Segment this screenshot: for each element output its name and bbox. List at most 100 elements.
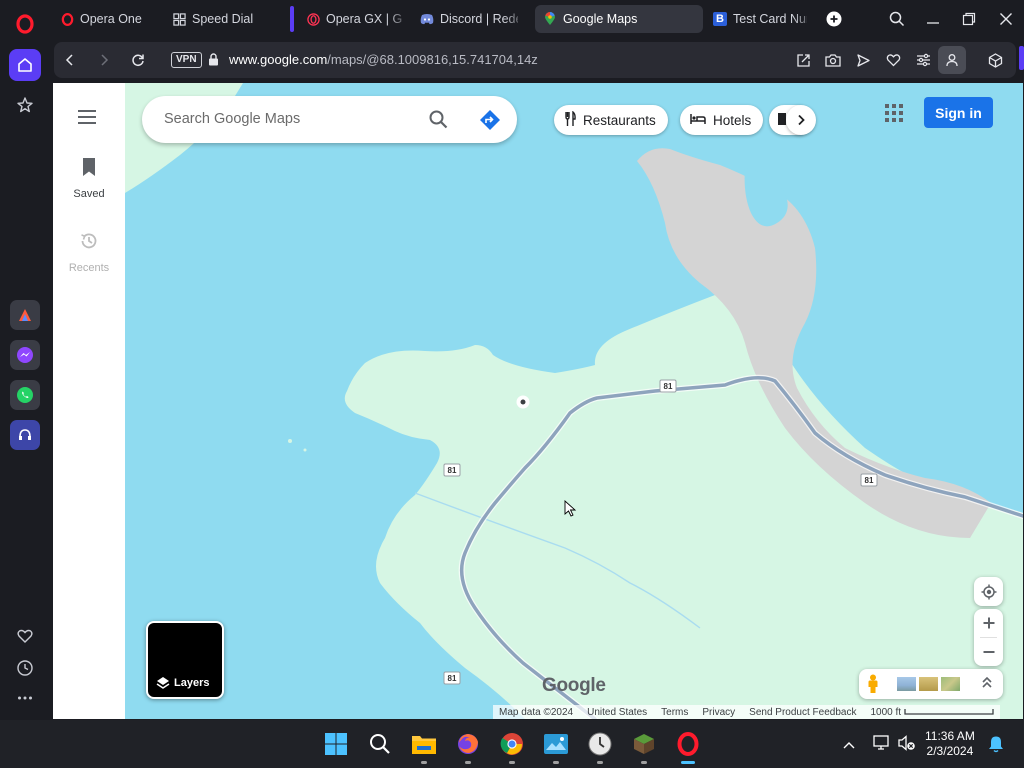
- profile-icon[interactable]: [938, 46, 966, 74]
- attribution-bar: Map data ©2024 United States Terms Priva…: [493, 705, 1001, 719]
- back-icon[interactable]: [58, 48, 82, 72]
- extensions-icon[interactable]: [983, 48, 1007, 72]
- svg-text:81: 81: [664, 382, 673, 391]
- tab-speed-dial[interactable]: Speed Dial: [164, 5, 280, 33]
- zoom-control: [974, 609, 1003, 666]
- send-icon[interactable]: [851, 48, 875, 72]
- place-marker-dot: [520, 399, 526, 405]
- street-view-imagery-bar: [859, 669, 1003, 699]
- layers-button[interactable]: Layers: [146, 621, 224, 699]
- system-clock[interactable]: 11:36 AM 2/3/2024: [925, 729, 975, 759]
- route-shield-1: 81: [659, 379, 677, 393]
- minus-icon: [983, 651, 994, 653]
- svg-text:81: 81: [448, 466, 457, 475]
- network-icon[interactable]: [873, 735, 891, 756]
- minimize-icon[interactable]: [920, 6, 946, 32]
- saved-button[interactable]: Saved: [53, 157, 125, 200]
- taskbar-search-icon[interactable]: [364, 728, 396, 760]
- search-input[interactable]: [164, 108, 394, 130]
- b-icon: B: [713, 12, 727, 26]
- restore-icon[interactable]: [956, 6, 982, 32]
- imagery-thumb-3[interactable]: [941, 677, 960, 691]
- new-tab-icon[interactable]: [821, 6, 847, 32]
- lock-icon[interactable]: [208, 53, 219, 71]
- bed-icon: [690, 113, 706, 128]
- expand-icon[interactable]: [981, 676, 993, 695]
- islet: [288, 439, 292, 443]
- whatsapp-icon[interactable]: [10, 380, 40, 410]
- islet: [303, 448, 307, 452]
- pegman-icon[interactable]: [866, 674, 880, 699]
- chrome-icon[interactable]: [496, 728, 528, 764]
- google-apps-icon[interactable]: [885, 104, 903, 127]
- file-explorer-icon[interactable]: [408, 728, 440, 764]
- my-location-button[interactable]: [974, 577, 1003, 606]
- directions-icon[interactable]: [479, 109, 501, 136]
- layers-icon: [156, 676, 170, 693]
- notification-bell-icon[interactable]: [988, 735, 1004, 758]
- star-icon[interactable]: [9, 89, 41, 121]
- music-player-icon[interactable]: [10, 420, 40, 450]
- route-shield-4: 81: [443, 671, 461, 685]
- url-field[interactable]: www.google.com/maps/@68.1009816,15.74170…: [229, 52, 538, 67]
- reload-icon[interactable]: [126, 48, 150, 72]
- share-icon[interactable]: [791, 48, 815, 72]
- forward-icon[interactable]: [92, 48, 116, 72]
- discord-icon: [420, 12, 434, 26]
- map-canvas[interactable]: 81 81 81 81: [125, 83, 1023, 719]
- recents-button[interactable]: Recents: [53, 231, 125, 274]
- maps-sidebar: Saved Recents: [53, 83, 125, 719]
- scale-bar[interactable]: 1000 ft: [870, 707, 994, 718]
- clock-app-icon[interactable]: [584, 728, 616, 764]
- tab-search-icon[interactable]: [884, 6, 910, 32]
- windows-start-icon[interactable]: [320, 728, 352, 760]
- chips-next-button[interactable]: [786, 105, 816, 135]
- chevron-right-icon: [798, 114, 805, 126]
- menu-icon[interactable]: [77, 109, 97, 130]
- history-clock-icon: [53, 231, 125, 256]
- search-icon[interactable]: [429, 110, 448, 134]
- volume-muted-icon[interactable]: [898, 735, 916, 756]
- page-content: Saved Recents 81 81 81 81 Search Google …: [53, 83, 1023, 719]
- photos-icon[interactable]: [540, 728, 572, 764]
- bookmark-icon: [53, 157, 125, 182]
- imagery-thumb-1[interactable]: [897, 677, 916, 691]
- tab-opera-gx[interactable]: Opera GX | Gam: [298, 5, 410, 33]
- opera-taskbar-icon[interactable]: [672, 728, 704, 764]
- vpn-badge[interactable]: VPN: [171, 52, 202, 68]
- imagery-thumb-2[interactable]: [919, 677, 938, 691]
- history-icon[interactable]: [9, 652, 41, 684]
- maps-pin-icon: [543, 12, 557, 26]
- chip-hotels[interactable]: Hotels: [680, 105, 764, 135]
- terms-link[interactable]: Terms: [661, 707, 688, 718]
- close-icon[interactable]: [993, 6, 1019, 32]
- tab-island-marker: [290, 6, 294, 32]
- sign-in-button[interactable]: Sign in: [924, 97, 993, 128]
- map-graphic: 81 81 81 81: [125, 83, 1023, 719]
- tab-opera-one[interactable]: Opera One: [52, 5, 158, 33]
- easy-setup-icon[interactable]: [911, 48, 935, 72]
- privacy-link[interactable]: Privacy: [702, 707, 735, 718]
- messenger-icon[interactable]: [10, 340, 40, 370]
- heart-icon[interactable]: [9, 620, 41, 652]
- zoom-out-button[interactable]: [974, 638, 1003, 666]
- search-box: [142, 96, 517, 143]
- minecraft-icon[interactable]: [628, 728, 660, 764]
- home-icon[interactable]: [9, 49, 41, 81]
- tab-discord[interactable]: Discord | Redee: [412, 5, 526, 33]
- tab-test-card[interactable]: B Test Card Numb: [705, 5, 815, 33]
- tab-bar: Opera One Speed Dial Opera GX | Gam Disc…: [50, 0, 1024, 38]
- aria-icon[interactable]: [10, 300, 40, 330]
- more-icon[interactable]: [9, 682, 41, 714]
- tab-google-maps[interactable]: Google Maps: [535, 5, 703, 33]
- firefox-icon[interactable]: [452, 728, 484, 764]
- feedback-link[interactable]: Send Product Feedback: [749, 707, 856, 718]
- camera-icon[interactable]: [821, 48, 845, 72]
- show-hidden-icons-icon[interactable]: [842, 737, 856, 755]
- opera-gx-icon: [306, 12, 320, 26]
- chip-restaurants[interactable]: Restaurants: [554, 105, 668, 135]
- zoom-in-button[interactable]: [974, 609, 1003, 637]
- heart-bookmark-icon[interactable]: [881, 48, 905, 72]
- opera-menu-icon[interactable]: [9, 8, 41, 40]
- region-link[interactable]: United States: [587, 707, 647, 718]
